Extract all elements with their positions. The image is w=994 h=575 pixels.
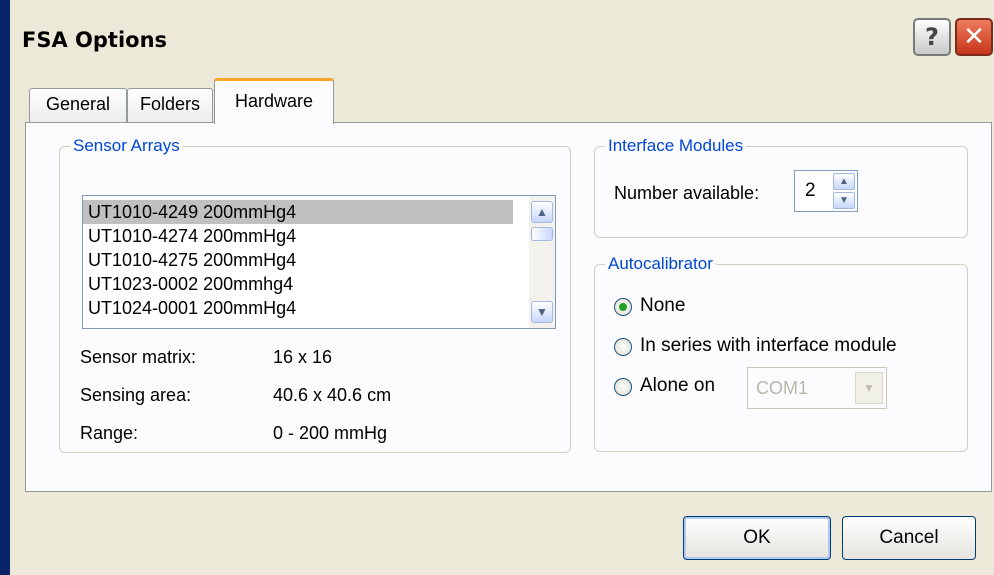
fsa-options-dialog: FSA Options ? ✕ General Folders Hardware… <box>0 0 994 575</box>
help-icon: ? <box>925 23 939 51</box>
radio-in-series[interactable] <box>614 338 632 356</box>
sensing-area-value: 40.6 x 40.6 cm <box>273 385 392 405</box>
radio-none[interactable] <box>614 298 632 316</box>
scroll-thumb[interactable] <box>531 227 553 241</box>
sensor-arrays-group: Sensor Arrays UT1010-4249 200mmHg4 UT101… <box>59 136 571 453</box>
help-button[interactable]: ? <box>913 18 951 56</box>
list-item[interactable]: UT1010-4249 200mmHg4 <box>83 200 513 224</box>
chevron-down-icon: ▼ <box>839 195 849 206</box>
chevron-up-icon: ▲ <box>536 205 548 219</box>
range-label: Range: <box>80 423 139 443</box>
chevron-up-icon: ▲ <box>839 176 849 187</box>
list-item[interactable]: UT1010-4274 200mmHg4 <box>88 224 296 248</box>
number-available-stepper[interactable]: 2 ▲ ▼ <box>794 170 858 212</box>
sensor-matrix-label: Sensor matrix: <box>80 347 197 367</box>
ok-button[interactable]: OK <box>683 516 831 560</box>
tab-hardware[interactable]: Hardware <box>214 78 334 124</box>
radio-in-series-label[interactable]: In series with interface module <box>640 335 897 357</box>
cancel-button[interactable]: Cancel <box>842 516 976 560</box>
radio-alone-on-label[interactable]: Alone on <box>640 375 715 397</box>
autocalibrator-group: Autocalibrator <box>594 254 968 452</box>
sensor-arrays-legend: Sensor Arrays <box>70 136 183 156</box>
radio-none-label[interactable]: None <box>640 295 685 317</box>
close-icon: ✕ <box>963 22 985 52</box>
list-item[interactable]: UT1024-0001 200mmHg4 <box>88 296 296 320</box>
spin-up-button[interactable]: ▲ <box>833 173 855 190</box>
sensing-area-label: Sensing area: <box>80 385 192 405</box>
listbox-scrollbar[interactable]: ▲ ▼ <box>529 196 555 328</box>
radio-alone-on[interactable] <box>614 378 632 396</box>
tab-general[interactable]: General <box>29 88 127 123</box>
list-item[interactable]: UT1010-4275 200mmHg4 <box>88 248 296 272</box>
com-port-value: COM1 <box>756 378 809 398</box>
range-value: 0 - 200 mmHg <box>273 423 388 443</box>
autocalibrator-legend: Autocalibrator <box>605 254 716 274</box>
tab-folders[interactable]: Folders <box>127 88 213 123</box>
chevron-down-icon: ▼ <box>536 305 548 319</box>
number-available-value[interactable]: 2 <box>805 180 816 202</box>
spin-down-button[interactable]: ▼ <box>833 192 855 209</box>
scroll-up-button[interactable]: ▲ <box>531 201 553 223</box>
sensor-matrix-value: 16 x 16 <box>273 347 333 367</box>
chevron-down-icon: ▼ <box>863 381 875 395</box>
scroll-down-button[interactable]: ▼ <box>531 301 553 323</box>
close-button[interactable]: ✕ <box>955 18 993 56</box>
sensor-arrays-listbox[interactable]: UT1010-4249 200mmHg4 UT1010-4274 200mmHg… <box>82 195 556 329</box>
number-available-label: Number available: <box>614 183 760 203</box>
interface-modules-legend: Interface Modules <box>605 136 747 156</box>
com-port-select[interactable]: COM1 ▼ <box>747 367 887 409</box>
title-bar[interactable]: FSA Options ? ✕ <box>10 8 994 70</box>
window-title: FSA Options <box>22 28 168 52</box>
list-item[interactable]: UT1023-0002 200mmhg4 <box>88 272 293 296</box>
window-edge <box>0 0 10 575</box>
combo-dropdown-button[interactable]: ▼ <box>855 372 883 404</box>
